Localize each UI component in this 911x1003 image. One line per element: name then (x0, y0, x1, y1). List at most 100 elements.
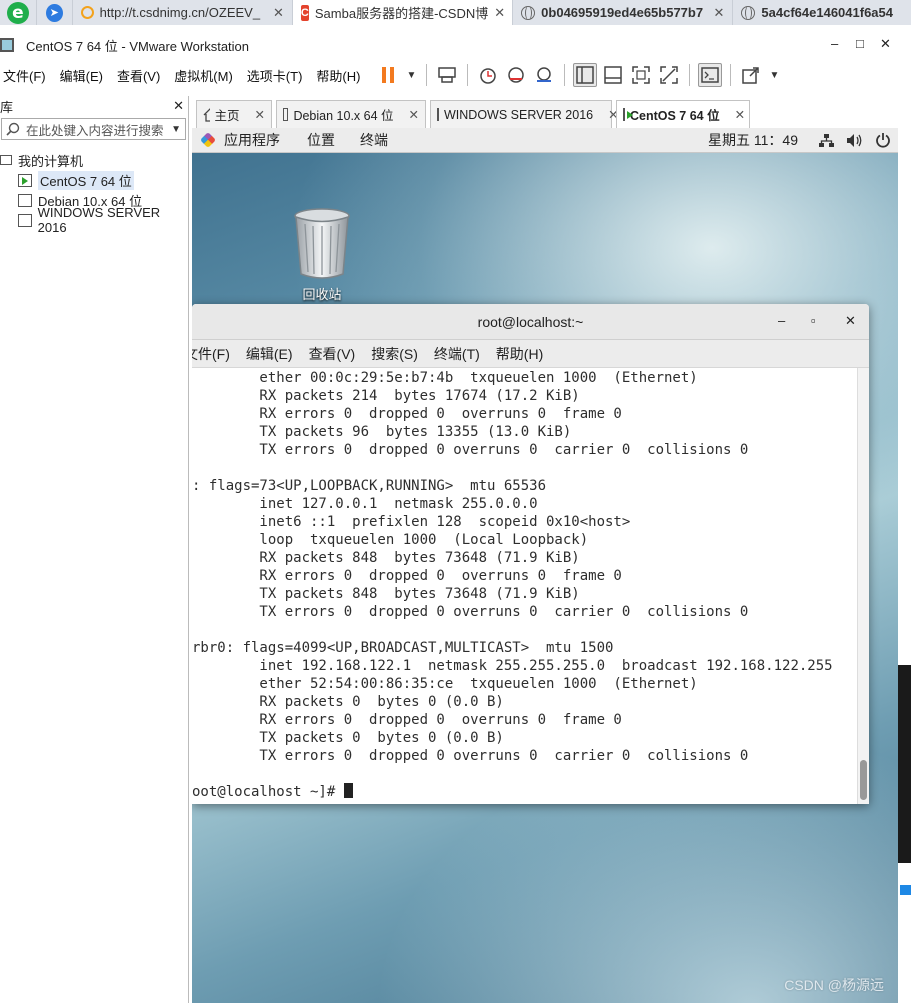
browser-logo-icon: e (7, 1, 29, 24)
terminal-line: ether 00:0c:29:5e:b7:4b txqueuelen 1000 … (192, 370, 698, 386)
close-icon[interactable]: ✕ (255, 107, 265, 122)
menu-vm[interactable]: 虚拟机(M) (174, 66, 233, 85)
stretch-button[interactable] (739, 63, 763, 87)
trash-icon (293, 208, 351, 279)
thumbnail-icon (604, 66, 623, 84)
places-menu[interactable]: 位置 (307, 130, 335, 150)
tree-root[interactable]: 我的计算机 (0, 150, 188, 170)
stretch-icon (742, 67, 760, 84)
home-icon (203, 108, 210, 122)
snapshot-button[interactable] (476, 63, 500, 87)
close-icon[interactable]: ✕ (494, 5, 505, 21)
library-close-button[interactable]: ✕ (173, 98, 184, 114)
terminal-titlebar[interactable]: root@localhost:~ – ▫ ✕ (192, 304, 869, 340)
terminal-line: RX packets 214 bytes 17674 (17.2 KiB) (192, 388, 580, 404)
tab-label: WINDOWS SERVER 2016 (444, 107, 594, 122)
tree-item-windows-server[interactable]: WINDOWS SERVER 2016 (0, 205, 188, 235)
terminal-line: rbr0: flags=4099<UP,BROADCAST,MULTICAST>… (192, 640, 614, 656)
menu-help[interactable]: 帮助(H) (316, 66, 360, 85)
send-button[interactable]: ➤ (35, 0, 72, 25)
suspend-button[interactable] (376, 63, 400, 87)
trash-label: 回收站 (302, 287, 342, 302)
terminal-maximize-button[interactable]: ▫ (811, 313, 816, 328)
menu-tabs[interactable]: 选项卡(T) (247, 66, 303, 85)
close-icon[interactable]: ✕ (409, 107, 419, 122)
terminal-line: inet 127.0.0.1 netmask 255.0.0.0 (192, 496, 538, 512)
scrollbar-thumb[interactable] (860, 760, 867, 800)
terminal-minimize-button[interactable]: – (778, 313, 785, 328)
close-icon[interactable]: ✕ (273, 5, 284, 21)
browser-tab[interactable]: 5a4cf64e146041f6a54 (732, 0, 911, 25)
pause-icon (382, 67, 395, 83)
thumbnail-bar-button[interactable] (601, 63, 625, 87)
snapshot-manager-button[interactable] (532, 63, 556, 87)
vm-icon (18, 213, 32, 227)
terminal-line: RX errors 0 dropped 0 overruns 0 frame 0 (192, 406, 622, 422)
close-icon[interactable]: ✕ (714, 5, 725, 21)
terminal-line: TX packets 96 bytes 13355 (13.0 KiB) (192, 424, 572, 440)
term-menu-help[interactable]: 帮助(H) (496, 344, 543, 364)
terminal-line: RX errors 0 dropped 0 overruns 0 frame 0 (192, 712, 622, 728)
blue-block (900, 885, 911, 895)
power-dropdown[interactable]: ▼ (404, 63, 418, 87)
watermark: CSDN @杨源远 (784, 977, 884, 993)
browser-tab[interactable]: http://t.csdnimg.cn/OZEEV_ ✕ (71, 0, 292, 25)
term-menu-view[interactable]: 查看(V) (309, 344, 356, 364)
desktop-icon-trash[interactable]: 回收站 (293, 208, 351, 303)
tree-item-centos[interactable]: CentOS 7 64 位 (0, 170, 188, 190)
chevron-down-icon[interactable]: ▼ (171, 124, 181, 135)
terminal-menubar: 文件(F) 编辑(E) 查看(V) 搜索(S) 终端(T) 帮助(H) (192, 340, 869, 368)
library-search-input[interactable]: 在此处键入内容进行搜索 ▼ (1, 118, 186, 140)
gnome-top-panel: 应用程序 位置 终端 星期五 11：49 (192, 128, 898, 153)
tab-windows-server[interactable]: WINDOWS SERVER 2016 ✕ (430, 100, 619, 128)
revert-icon (508, 67, 525, 83)
browser-tab-title: 0b04695919ed4e65b577b7 (541, 5, 704, 20)
term-menu-edit[interactable]: 编辑(E) (246, 344, 293, 364)
tab-debian[interactable]: Debian 10.x 64 位 ✕ (276, 100, 426, 128)
text-cursor (343, 783, 353, 798)
background-page-edge (898, 355, 911, 915)
vm-console[interactable]: 应用程序 位置 终端 星期五 11：49 回收站 root@localhost:… (192, 128, 898, 1003)
menu-edit[interactable]: 编辑(E) (60, 66, 103, 85)
term-menu-file[interactable]: 文件(F) (192, 344, 230, 364)
terminal-prompt-line[interactable]: oot@localhost ~]# (192, 783, 857, 801)
terminal-close-button[interactable]: ✕ (845, 313, 856, 329)
browser-logo[interactable]: e (0, 0, 36, 25)
stretch-dropdown[interactable]: ▼ (767, 63, 781, 87)
tab-centos[interactable]: CentOS 7 64 位 ✕ (616, 100, 750, 128)
terminal-app-menu[interactable]: 终端 (360, 130, 388, 150)
revert-snapshot-button[interactable] (504, 63, 528, 87)
term-menu-terminal[interactable]: 终端(T) (434, 344, 480, 364)
term-menu-search[interactable]: 搜索(S) (371, 344, 418, 364)
terminal-line: TX errors 0 dropped 0 overruns 0 carrier… (192, 442, 749, 458)
close-button[interactable]: ✕ (880, 36, 891, 52)
unity-icon (660, 66, 679, 84)
terminal-line: loop txqueuelen 1000 (Local Loopback) (192, 532, 589, 548)
power-icon[interactable] (875, 132, 891, 148)
panel-clock[interactable]: 星期五 11：49 (708, 130, 798, 150)
minimize-button[interactable]: – (831, 36, 838, 51)
browser-tab-active[interactable]: C Samba服务器的搭建-CSDN博 ✕ (291, 0, 513, 25)
terminal-scrollbar[interactable] (857, 368, 869, 804)
library-title: 库 (0, 99, 14, 115)
tab-label: CentOS 7 64 位 (630, 109, 720, 123)
tab-home[interactable]: 主页 ✕ (196, 100, 272, 128)
sidebar-icon (576, 66, 595, 84)
terminal-output[interactable]: ether 00:0c:29:5e:b7:4b txqueuelen 1000 … (192, 368, 857, 803)
menu-file[interactable]: 文件(F) (3, 66, 46, 85)
site-icon (80, 6, 94, 19)
applications-menu[interactable]: 应用程序 (224, 130, 280, 150)
library-view-button[interactable] (573, 63, 598, 87)
fullscreen-button[interactable] (629, 63, 653, 87)
terminal-window[interactable]: root@localhost:~ – ▫ ✕ 文件(F) 编辑(E) 查看(V)… (192, 304, 869, 804)
close-icon[interactable]: ✕ (735, 107, 745, 122)
network-icon[interactable] (818, 133, 834, 148)
unity-button[interactable] (657, 63, 681, 87)
maximize-button[interactable]: □ (856, 36, 864, 51)
console-view-button[interactable] (698, 63, 723, 87)
browser-tab[interactable]: 0b04695919ed4e65b577b7 ✕ (512, 0, 732, 25)
send-ctrl-alt-del-button[interactable] (435, 63, 459, 87)
menu-view[interactable]: 查看(V) (117, 66, 160, 85)
volume-icon[interactable] (846, 133, 863, 148)
